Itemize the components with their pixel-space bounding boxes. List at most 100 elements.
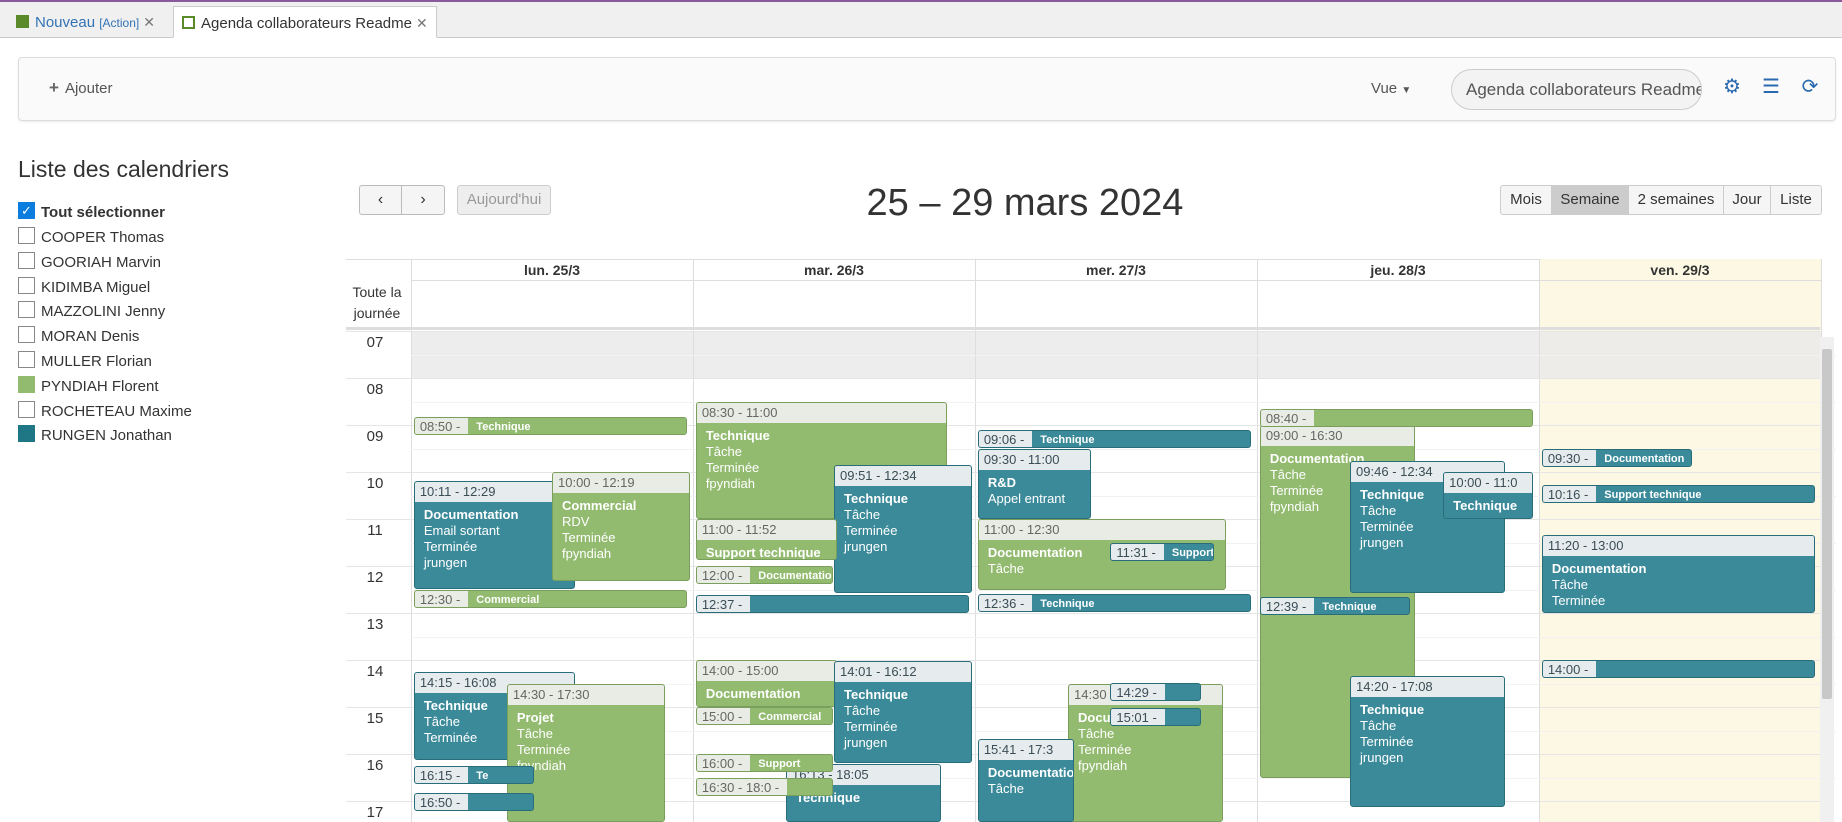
calendar-event-compact[interactable]: 12:00 - Documentation <box>695 566 833 584</box>
calendar-event-compact[interactable]: 16:00 - Support <box>695 754 833 772</box>
gear-icon[interactable]: ⚙ <box>1721 76 1743 98</box>
calendar-event-compact[interactable]: 08:40 - <box>1259 409 1534 428</box>
event-time: 09:30 - <box>1542 449 1597 466</box>
view-dropdown[interactable]: Vue ▼ <box>1371 80 1411 97</box>
event-detail: Tâche <box>844 506 881 522</box>
calendar-event[interactable]: 10:00 - 12:19 Commercial RDV Terminée fpyndi… <box>552 472 691 581</box>
event-detail: Terminée <box>562 530 616 545</box>
event-title: Support technique <box>1604 488 1702 501</box>
day-header: lun. 25/3 <box>411 259 693 281</box>
list-icon[interactable]: ☰ <box>1760 76 1782 98</box>
search-input[interactable]: Agenda collaborateurs Readme <box>1451 69 1702 110</box>
event-time: 10:11 - 12:29 <box>414 481 574 502</box>
calendar-event-compact[interactable]: 10:16 - Support technique <box>1541 484 1816 503</box>
calendar-event[interactable]: 15:41 - 17:3 Documentation Tâche <box>977 739 1074 822</box>
calendar-label: MAZZOLINI Jenny <box>41 303 166 321</box>
day-header: mar. 26/3 <box>693 259 975 281</box>
calendar-event-compact[interactable]: 16:50 - <box>413 793 535 812</box>
calendar-event-compact[interactable]: 09:30 - Documentation <box>1541 448 1693 467</box>
event-time: 08:40 - <box>1260 410 1315 427</box>
add-button[interactable]: + Ajouter <box>49 78 112 98</box>
calendar-event[interactable]: 09:51 - 12:34 Technique Tâche Terminée jrung… <box>834 464 973 593</box>
event-detail: Terminée <box>1551 592 1606 608</box>
event-detail: Terminée <box>1360 733 1414 749</box>
calendar-checkbox[interactable] <box>18 425 35 443</box>
calendar-label: ROCHETEAU Maxime <box>41 402 192 420</box>
calendar-checkbox[interactable] <box>18 400 35 418</box>
calendar-event-compact[interactable]: 12:36 - Technique <box>977 594 1252 613</box>
column-divider <box>1257 259 1258 822</box>
calendar-event-compact[interactable]: 09:06 - Technique <box>977 429 1252 448</box>
event-title: Technique <box>476 421 531 434</box>
calendar-event-compact[interactable]: 12:37 - <box>695 594 970 613</box>
event-detail: Appel entrant <box>987 490 1066 506</box>
calendar-event-compact[interactable]: 11:31 - Support technique <box>1110 543 1215 562</box>
hour-line <box>346 331 1820 332</box>
calendar-event[interactable]: 14:20 - 17:08 Technique Tâche Terminée jrung… <box>1350 675 1506 808</box>
tab-nouveau[interactable]: Nouveau [Action] ✕ <box>8 6 163 38</box>
toolbar: + Ajouter Vue ▼ Agenda collaborateurs Rea… <box>18 57 1836 121</box>
calendar-event-compact[interactable]: 12:39 - Technique <box>1259 596 1411 615</box>
event-time: 16:00 - <box>696 755 751 771</box>
calendar-checkbox[interactable] <box>18 227 35 244</box>
calendar-event[interactable]: 11:00 - 11:52 Support technique <box>695 519 837 560</box>
calendar-checkbox[interactable] <box>18 375 35 393</box>
calendar-event-compact[interactable]: 15:00 - Commercial <box>695 707 833 725</box>
event-detail: Tâche <box>705 443 742 459</box>
calendar-event[interactable]: 14:01 - 16:12 Technique Tâche Terminée jrung… <box>834 660 973 764</box>
calendar-event-compact[interactable]: 14:29 - <box>1110 682 1201 701</box>
view-button[interactable]: 2 semaines <box>1628 185 1724 215</box>
calendar-event-compact[interactable]: 08:50 - Technique <box>413 417 688 436</box>
calendar-event-compact[interactable]: 15:01 - <box>1110 707 1201 726</box>
hour-label: 16 <box>366 757 384 774</box>
event-time: 10:16 - <box>1542 485 1597 502</box>
calendar-checkbox[interactable] <box>18 326 35 344</box>
refresh-icon[interactable]: ⟳ <box>1799 76 1821 98</box>
calendar-event[interactable]: 14:00 - 15:00 Documentation <box>695 660 837 707</box>
event-time: 11:31 - <box>1111 544 1164 561</box>
calendar-event-compact[interactable]: 16:15 - Te <box>413 765 535 784</box>
event-title: Technique <box>423 697 488 713</box>
event-title: Documentation <box>1604 452 1685 465</box>
calendar-event[interactable]: 11:20 - 13:00 Documentation Tâche Terminée <box>1541 534 1816 613</box>
event-title: Documentation <box>1551 560 1647 576</box>
event-detail: fpyndiah <box>562 546 612 561</box>
calendar-event-compact[interactable]: 12:30 - Commercial <box>413 589 688 608</box>
event-title <box>787 779 803 795</box>
calendar-event-compact[interactable]: 14:00 - <box>1541 660 1816 678</box>
event-detail: fpyndiah <box>1078 757 1128 773</box>
checkbox-checked[interactable]: ✓ <box>18 202 35 219</box>
event-time: 09:51 - 12:34 <box>835 465 972 486</box>
day-header: ven. 29/3 <box>1539 259 1821 281</box>
event-title: Technique <box>844 686 909 702</box>
calendar-event[interactable]: 10:11 - 12:29 Documentation Email sortant T… <box>413 480 575 589</box>
calendar-event[interactable]: 14:30 - 17:30DocumentationTâcheTerminéef… <box>1068 683 1224 822</box>
calendar-label: PYNDIAH Florent <box>41 377 159 395</box>
view-button[interactable]: Mois <box>1500 185 1552 215</box>
calendar-event[interactable]: 09:30 - 11:00 R&D Appel entrant <box>977 448 1091 519</box>
close-icon[interactable]: ✕ <box>143 14 155 30</box>
tab-color-icon <box>182 16 195 29</box>
calendar-event[interactable]: 10:00 - 11:0 Technique <box>1443 472 1534 519</box>
close-icon[interactable]: ✕ <box>416 15 428 31</box>
event-detail: RDV <box>562 514 590 529</box>
view-button[interactable]: Semaine <box>1551 185 1629 215</box>
view-button[interactable]: Liste <box>1770 185 1822 215</box>
event-time: 11:20 - 13:00 <box>1542 535 1815 556</box>
calendar-checkbox[interactable] <box>18 301 35 319</box>
event-time: 10:00 - 12:19 <box>553 473 690 493</box>
calendar-event-compact[interactable]: 16:30 - 18:0 - <box>695 777 833 796</box>
event-detail: Tâche <box>516 725 554 741</box>
vertical-scrollbar[interactable] <box>1820 337 1834 822</box>
calendar-checkbox[interactable] <box>18 351 35 368</box>
scrollbar-thumb[interactable] <box>1822 349 1832 699</box>
view-button[interactable]: Jour <box>1723 185 1771 215</box>
tab-agenda[interactable]: Agenda collaborateurs Readme ✕ <box>173 6 437 38</box>
next-button[interactable]: › <box>401 185 445 215</box>
calendar-checkbox[interactable] <box>18 251 35 269</box>
prev-button[interactable]: ‹ <box>359 185 402 215</box>
today-button[interactable]: Aujourd'hui <box>457 185 551 215</box>
day-header: mer. 27/3 <box>975 259 1257 281</box>
calendar-checkbox[interactable] <box>18 276 35 294</box>
half-hour-line <box>411 354 1836 356</box>
